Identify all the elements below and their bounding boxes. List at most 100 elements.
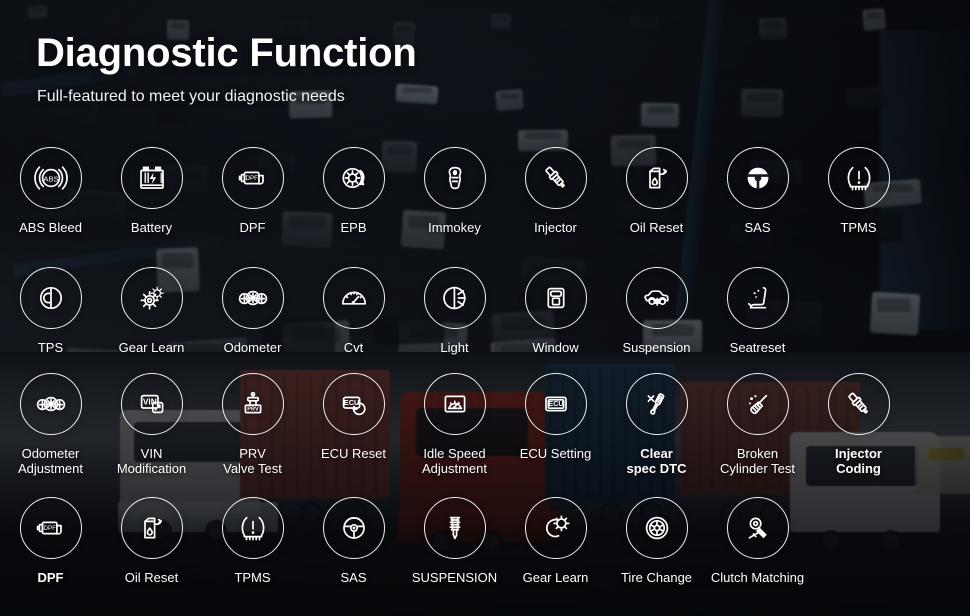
function-tile-label: SUSPENSION bbox=[412, 570, 497, 585]
svg-text:VIN: VIN bbox=[142, 396, 156, 406]
function-tile-sas[interactable]: SAS bbox=[303, 497, 404, 585]
odometer-icon bbox=[20, 373, 82, 435]
function-tile-dpf[interactable]: DPF DPF bbox=[202, 147, 303, 235]
battery-icon bbox=[121, 147, 183, 209]
gears2-icon bbox=[525, 497, 587, 559]
function-tile-dpf[interactable]: DPF DPF bbox=[0, 497, 101, 585]
function-tile-battery[interactable]: Battery bbox=[101, 147, 202, 235]
function-tile-vin-modification[interactable]: VIN VIN Modification bbox=[101, 373, 202, 476]
injector-icon bbox=[828, 373, 890, 435]
function-tile-label: Clutch Matching bbox=[711, 570, 804, 585]
odometer-icon bbox=[222, 267, 284, 329]
car-susp-icon bbox=[626, 267, 688, 329]
window-icon bbox=[525, 267, 587, 329]
function-tile-suspension[interactable]: Suspension bbox=[606, 267, 707, 355]
page-title: Diagnostic Function bbox=[36, 31, 417, 76]
function-tile-label: ABS Bleed bbox=[19, 220, 82, 235]
dpf-icon: DPF bbox=[20, 497, 82, 559]
function-tile-oil-reset[interactable]: Oil Reset bbox=[101, 497, 202, 585]
function-tile-oil-reset[interactable]: Oil Reset bbox=[606, 147, 707, 235]
function-tile-tpms[interactable]: TPMS bbox=[202, 497, 303, 585]
epb-icon bbox=[323, 147, 385, 209]
oil-can-icon bbox=[121, 497, 183, 559]
function-tile-ecu-reset[interactable]: ECU ECU Reset bbox=[303, 373, 404, 476]
function-tile-epb[interactable]: EPB bbox=[303, 147, 404, 235]
svg-text:ABS: ABS bbox=[43, 174, 58, 183]
function-tile-sas[interactable]: SAS bbox=[707, 147, 808, 235]
function-tile-label: ECU Setting bbox=[520, 446, 592, 461]
function-tile-label: Suspension bbox=[623, 340, 691, 355]
icon-grid-row-3: Odometer Adjustment VIN VIN Modification PR… bbox=[0, 373, 970, 476]
function-tile-label: DPF bbox=[240, 220, 266, 235]
broom-icon bbox=[727, 373, 789, 435]
seat-icon bbox=[727, 267, 789, 329]
function-tile-label: TPMS bbox=[840, 220, 876, 235]
function-tile-ecu-setting[interactable]: ECU ECU Setting bbox=[505, 373, 606, 476]
svg-text:ECU: ECU bbox=[548, 399, 563, 408]
function-tile-suspension[interactable]: SUSPENSION bbox=[404, 497, 505, 585]
function-tile-tpms[interactable]: TPMS bbox=[808, 147, 909, 235]
function-tile-tps[interactable]: TPS bbox=[0, 267, 101, 355]
tpms-icon bbox=[222, 497, 284, 559]
function-tile-idle-speed-adjustment[interactable]: Idle Speed Adjustment bbox=[404, 373, 505, 476]
function-tile-gear-learn[interactable]: Gear Learn bbox=[101, 267, 202, 355]
function-tile-gear-learn[interactable]: Gear Learn bbox=[505, 497, 606, 585]
svg-text:ECU: ECU bbox=[343, 398, 359, 407]
function-tile-clutch-matching[interactable]: Clutch Matching bbox=[707, 497, 808, 585]
function-tile-label: Injector Coding bbox=[835, 446, 882, 476]
function-tile-label: TPS bbox=[38, 340, 63, 355]
ecu-setting-icon: ECU bbox=[525, 373, 587, 435]
function-tile-label: Odometer bbox=[224, 340, 282, 355]
headlight-icon bbox=[424, 267, 486, 329]
svg-text:DPF: DPF bbox=[43, 525, 56, 532]
function-tile-label: Seatreset bbox=[730, 340, 786, 355]
clear-dtc-icon bbox=[626, 373, 688, 435]
function-tile-label: Window bbox=[532, 340, 578, 355]
prv-icon: PRV bbox=[222, 373, 284, 435]
function-tile-label: TPMS bbox=[234, 570, 270, 585]
function-tile-label: Immokey bbox=[428, 220, 481, 235]
svg-text:PRV: PRV bbox=[247, 407, 259, 413]
function-tile-label: Broken Cylinder Test bbox=[720, 446, 795, 476]
clutch-icon bbox=[727, 497, 789, 559]
function-tile-odometer-adjustment[interactable]: Odometer Adjustment bbox=[0, 373, 101, 476]
function-tile-label: Oil Reset bbox=[630, 220, 683, 235]
function-tile-label: EPB bbox=[340, 220, 366, 235]
function-tile-label: Gear Learn bbox=[523, 570, 589, 585]
function-tile-label: Gear Learn bbox=[119, 340, 185, 355]
svg-text:DPF: DPF bbox=[245, 175, 258, 182]
tpms-icon bbox=[828, 147, 890, 209]
icon-grid-row-1: ABS ABS Bleed Battery DPF DPF EPB Immokey Injec… bbox=[0, 147, 970, 235]
function-tile-cvt[interactable]: Cvt bbox=[303, 267, 404, 355]
immokey-icon bbox=[424, 147, 486, 209]
function-tile-label: DPF bbox=[38, 570, 64, 585]
function-tile-injector-coding[interactable]: Injector Coding bbox=[808, 373, 909, 476]
strut-icon bbox=[424, 497, 486, 559]
function-tile-prv-valve-test[interactable]: PRV PRV Valve Test bbox=[202, 373, 303, 476]
gears-icon bbox=[121, 267, 183, 329]
function-tile-odometer[interactable]: Odometer bbox=[202, 267, 303, 355]
function-tile-broken-cylinder-test[interactable]: Broken Cylinder Test bbox=[707, 373, 808, 476]
function-tile-label: Oil Reset bbox=[125, 570, 178, 585]
function-tile-window[interactable]: Window bbox=[505, 267, 606, 355]
function-tile-tire-change[interactable]: Tire Change bbox=[606, 497, 707, 585]
function-tile-immokey[interactable]: Immokey bbox=[404, 147, 505, 235]
steering-icon bbox=[727, 147, 789, 209]
function-tile-seatreset[interactable]: Seatreset bbox=[707, 267, 808, 355]
function-tile-clear-spec-dtc[interactable]: Clear spec DTC bbox=[606, 373, 707, 476]
function-tile-light[interactable]: Light bbox=[404, 267, 505, 355]
function-tile-label: VIN Modification bbox=[117, 446, 186, 476]
oil-can-icon bbox=[626, 147, 688, 209]
tps-icon bbox=[20, 267, 82, 329]
ecu-reset-icon: ECU bbox=[323, 373, 385, 435]
icon-grid-row-4: DPF DPF Oil Reset TPMS SAS SUSPENSION Gear Lea… bbox=[0, 497, 970, 585]
function-tile-label: Light bbox=[440, 340, 468, 355]
function-tile-injector[interactable]: Injector bbox=[505, 147, 606, 235]
function-tile-label: Battery bbox=[131, 220, 172, 235]
diagnostic-function-banner: Diagnostic Function Full-featured to mee… bbox=[0, 0, 970, 616]
dpf-icon: DPF bbox=[222, 147, 284, 209]
function-tile-abs-bleed[interactable]: ABS ABS Bleed bbox=[0, 147, 101, 235]
function-tile-label: SAS bbox=[744, 220, 770, 235]
idle-speed-icon bbox=[424, 373, 486, 435]
function-tile-label: SAS bbox=[340, 570, 366, 585]
